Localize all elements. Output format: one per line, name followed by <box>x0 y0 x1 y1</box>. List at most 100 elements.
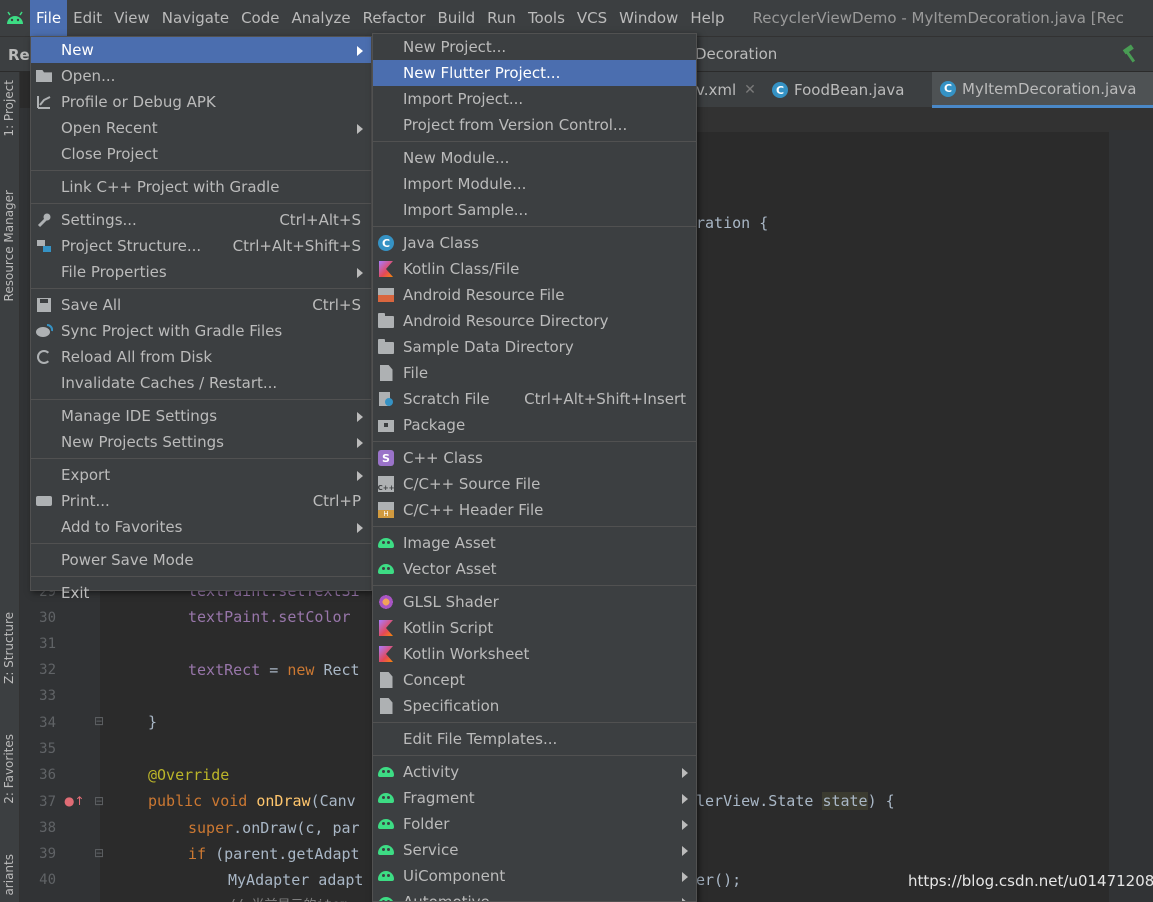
fold-marker-icon[interactable]: ⊟ <box>94 714 104 728</box>
file-menu-profile-apk[interactable]: Profile or Debug APK <box>31 89 371 115</box>
submenu-arrow-icon <box>682 794 688 804</box>
fragment-item[interactable]: Fragment <box>373 785 696 811</box>
menu-analyze[interactable]: Analyze <box>285 0 356 36</box>
code-line: @Override <box>148 766 230 784</box>
file-menu-close-project[interactable]: Close Project <box>31 141 371 167</box>
concept-item[interactable]: Concept <box>373 667 696 693</box>
package-item[interactable]: Package <box>373 412 696 438</box>
new-module-item[interactable]: New Module... <box>373 145 696 171</box>
automotive-item[interactable]: Automotive <box>373 889 696 901</box>
window-title: RecyclerViewDemo - MyItemDecoration.java… <box>752 9 1124 27</box>
kotlin-worksheet-item[interactable]: Kotlin Worksheet <box>373 641 696 667</box>
new-project-item[interactable]: New Project... <box>373 34 696 60</box>
file-menu-manage-ide-settings[interactable]: Manage IDE Settings <box>31 403 371 429</box>
file-menu-project-structure[interactable]: Project Structure... Ctrl+Alt+Shift+S <box>31 233 371 259</box>
service-item[interactable]: Service <box>373 837 696 863</box>
kotlin-script-item[interactable]: Kotlin Script <box>373 615 696 641</box>
menu-build[interactable]: Build <box>432 0 482 36</box>
submenu-arrow-icon <box>682 898 688 901</box>
submenu-arrow-icon <box>682 768 688 778</box>
editor-scroll-gutter[interactable] <box>1109 130 1153 902</box>
scratch-file-item[interactable]: Scratch File Ctrl+Alt+Shift+Insert <box>373 386 696 412</box>
line-number: 33 <box>39 688 56 704</box>
edit-file-templates-item[interactable]: Edit File Templates... <box>373 726 696 752</box>
build-hammer-icon[interactable] <box>1120 43 1142 69</box>
file-menu-exit[interactable]: Exit <box>31 580 371 606</box>
watermark-text: https://blog.csdn.net/u014712086 <box>908 872 1153 890</box>
line-number: 39 <box>39 846 56 862</box>
specification-item[interactable]: Specification <box>373 693 696 719</box>
file-menu-file-properties[interactable]: File Properties <box>31 259 371 285</box>
glsl-shader-icon <box>377 593 395 611</box>
kotlin-file-icon <box>377 260 395 278</box>
menu-code[interactable]: Code <box>235 0 285 36</box>
menu-refactor[interactable]: Refactor <box>357 0 432 36</box>
file-icon <box>377 364 395 382</box>
cpp-class-item[interactable]: S C++ Class <box>373 445 696 471</box>
android-resource-file-item[interactable]: Android Resource File <box>373 282 696 308</box>
file-menu-invalidate-caches[interactable]: Invalidate Caches / Restart... <box>31 370 371 396</box>
open-folder-icon <box>35 67 53 85</box>
kotlin-class-item[interactable]: Kotlin Class/File <box>373 256 696 282</box>
file-menu-print[interactable]: Print... Ctrl+P <box>31 488 371 514</box>
file-menu-link-cpp[interactable]: Link C++ Project with Gradle <box>31 174 371 200</box>
android-icon <box>377 534 395 552</box>
code-comment: // 当前显示的item <box>228 894 348 902</box>
file-item[interactable]: File <box>373 360 696 386</box>
file-menu-reload-disk[interactable]: Reload All from Disk <box>31 344 371 370</box>
glsl-shader-item[interactable]: GLSL Shader <box>373 589 696 615</box>
build-variants-tool-button[interactable]: ariants <box>2 854 16 896</box>
menu-run[interactable]: Run <box>481 0 522 36</box>
code-line: lerView.State state) { <box>696 792 895 810</box>
tab-xml[interactable]: v.xml ✕ <box>696 72 762 108</box>
import-module-item[interactable]: Import Module... <box>373 171 696 197</box>
project-from-vcs-item[interactable]: Project from Version Control... <box>373 112 696 138</box>
import-project-item[interactable]: Import Project... <box>373 86 696 112</box>
line-number: 36 <box>39 767 56 783</box>
new-flutter-project-item[interactable]: New Flutter Project... <box>373 60 696 86</box>
menu-navigate[interactable]: Navigate <box>156 0 235 36</box>
file-menu-sync-gradle[interactable]: Sync Project with Gradle Files <box>31 318 371 344</box>
java-class-item[interactable]: C Java Class <box>373 230 696 256</box>
android-icon <box>377 893 395 901</box>
close-icon[interactable]: ✕ <box>744 82 756 98</box>
sample-data-directory-item[interactable]: Sample Data Directory <box>373 334 696 360</box>
line-number: 30 <box>39 610 56 626</box>
file-menu-save-all[interactable]: Save All Ctrl+S <box>31 292 371 318</box>
cpp-source-file-item[interactable]: C++ C/C++ Source File <box>373 471 696 497</box>
cpp-header-file-item[interactable]: C/C++ Header File <box>373 497 696 523</box>
override-marker-icon[interactable]: ●↑ <box>64 794 85 808</box>
file-menu-new[interactable]: New <box>31 37 371 63</box>
fold-marker-icon[interactable]: ⊟ <box>94 846 104 860</box>
favorites-tool-button[interactable]: 2: Favorites <box>2 734 16 804</box>
resource-manager-tool-button[interactable]: Resource Manager <box>2 190 16 301</box>
import-sample-item[interactable]: Import Sample... <box>373 197 696 223</box>
file-menu-add-to-favorites[interactable]: Add to Favorites <box>31 514 371 540</box>
menu-file[interactable]: File <box>30 0 68 36</box>
menu-help[interactable]: Help <box>684 0 730 36</box>
file-menu-open-recent[interactable]: Open Recent <box>31 115 371 141</box>
file-menu-new-projects-settings[interactable]: New Projects Settings <box>31 429 371 455</box>
tab-myitemdecoration[interactable]: C MyItemDecoration.java <box>932 72 1153 108</box>
tab-foodbean[interactable]: C FoodBean.java <box>772 72 932 108</box>
class-crumb[interactable]: Decoration <box>695 45 777 63</box>
file-menu-power-save-mode[interactable]: Power Save Mode <box>31 547 371 573</box>
file-menu-settings[interactable]: Settings... Ctrl+Alt+S <box>31 207 371 233</box>
android-resource-directory-item[interactable]: Android Resource Directory <box>373 308 696 334</box>
structure-tool-button[interactable]: Z: Structure <box>2 612 16 684</box>
uicomponent-item[interactable]: UiComponent <box>373 863 696 889</box>
menu-vcs[interactable]: VCS <box>571 0 613 36</box>
vector-asset-item[interactable]: Vector Asset <box>373 556 696 582</box>
menu-window[interactable]: Window <box>613 0 684 36</box>
menu-edit[interactable]: Edit <box>67 0 108 36</box>
project-tool-button[interactable]: 1: Project <box>2 80 16 137</box>
menu-tools[interactable]: Tools <box>522 0 571 36</box>
menu-view[interactable]: View <box>108 0 156 36</box>
fold-marker-icon[interactable]: ⊟ <box>94 794 104 808</box>
folder-item[interactable]: Folder <box>373 811 696 837</box>
file-menu-export[interactable]: Export <box>31 462 371 488</box>
android-icon <box>377 560 395 578</box>
file-menu-open[interactable]: Open... <box>31 63 371 89</box>
image-asset-item[interactable]: Image Asset <box>373 530 696 556</box>
activity-item[interactable]: Activity <box>373 759 696 785</box>
